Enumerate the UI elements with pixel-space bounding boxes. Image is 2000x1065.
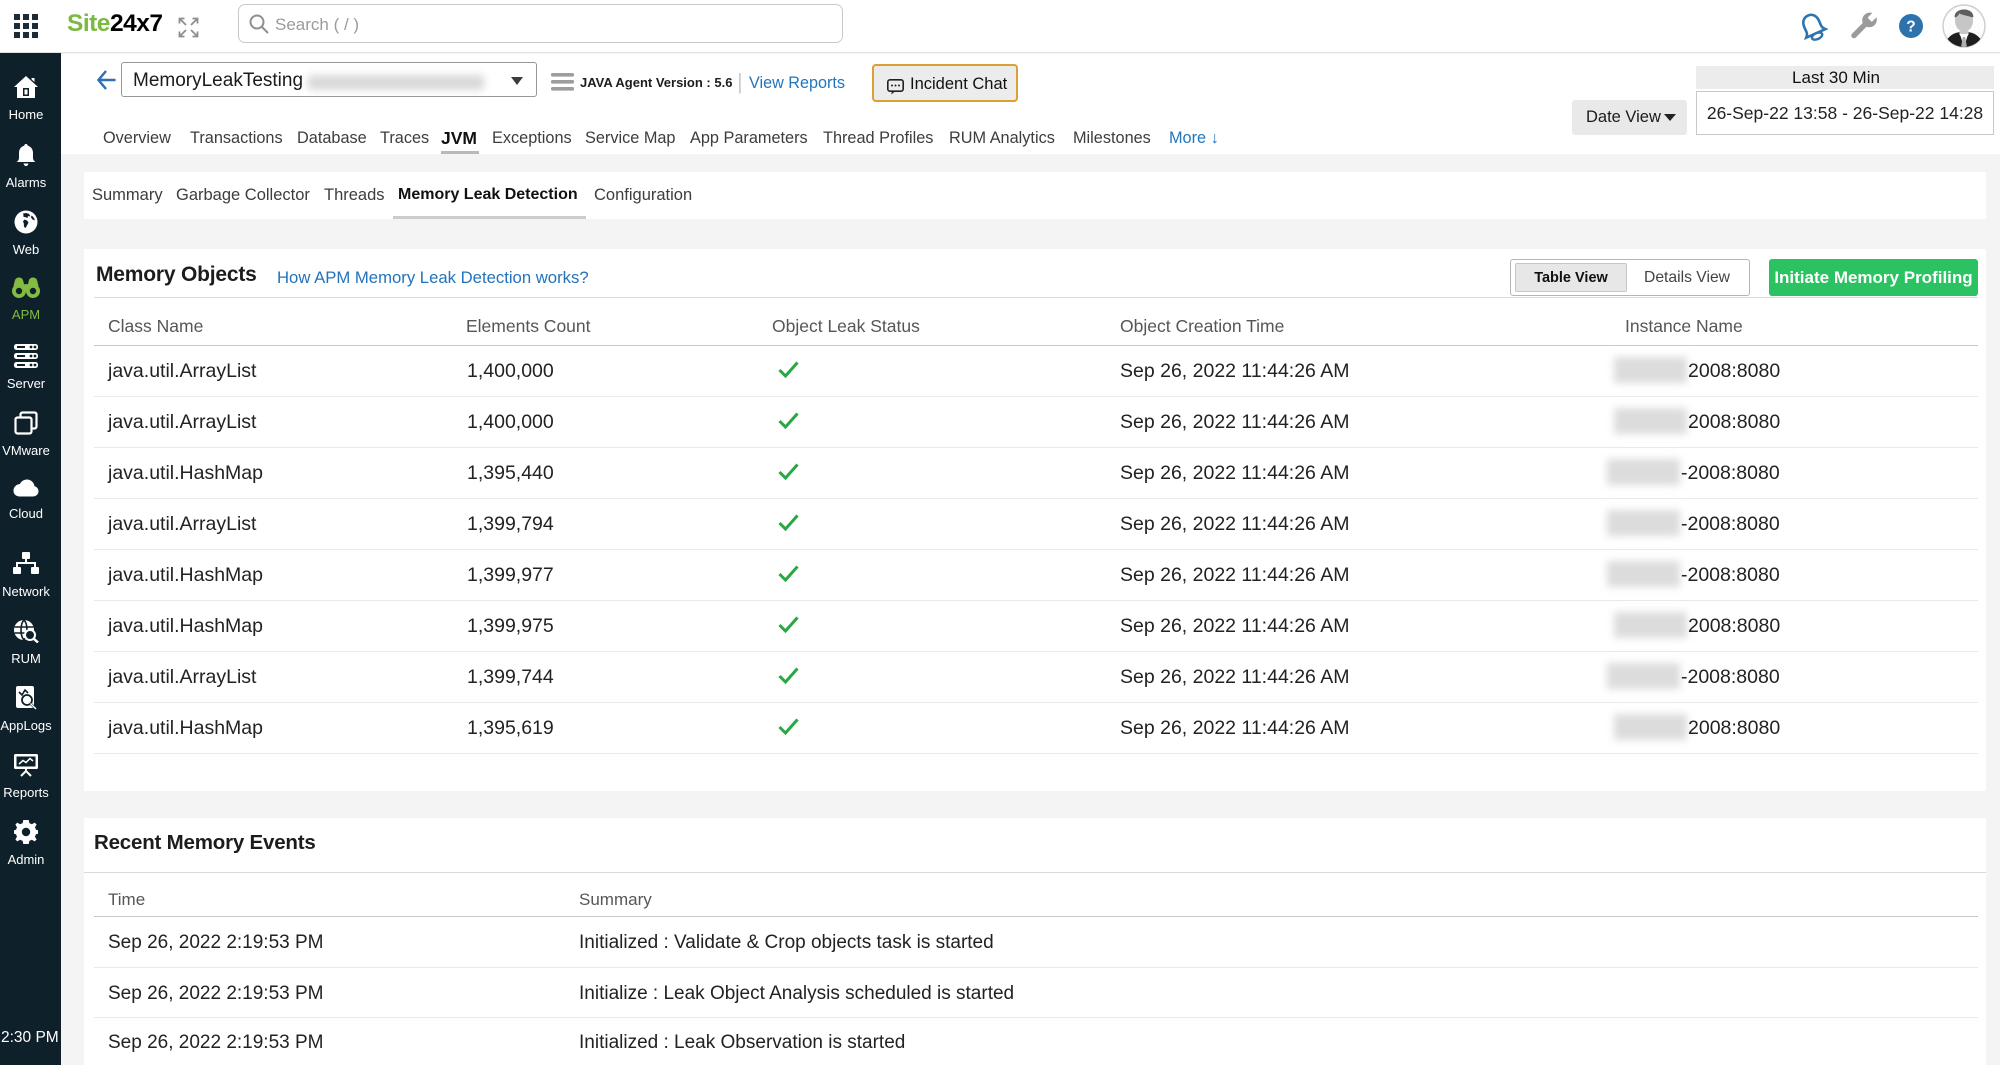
svg-text:?: ? xyxy=(1906,19,1915,36)
